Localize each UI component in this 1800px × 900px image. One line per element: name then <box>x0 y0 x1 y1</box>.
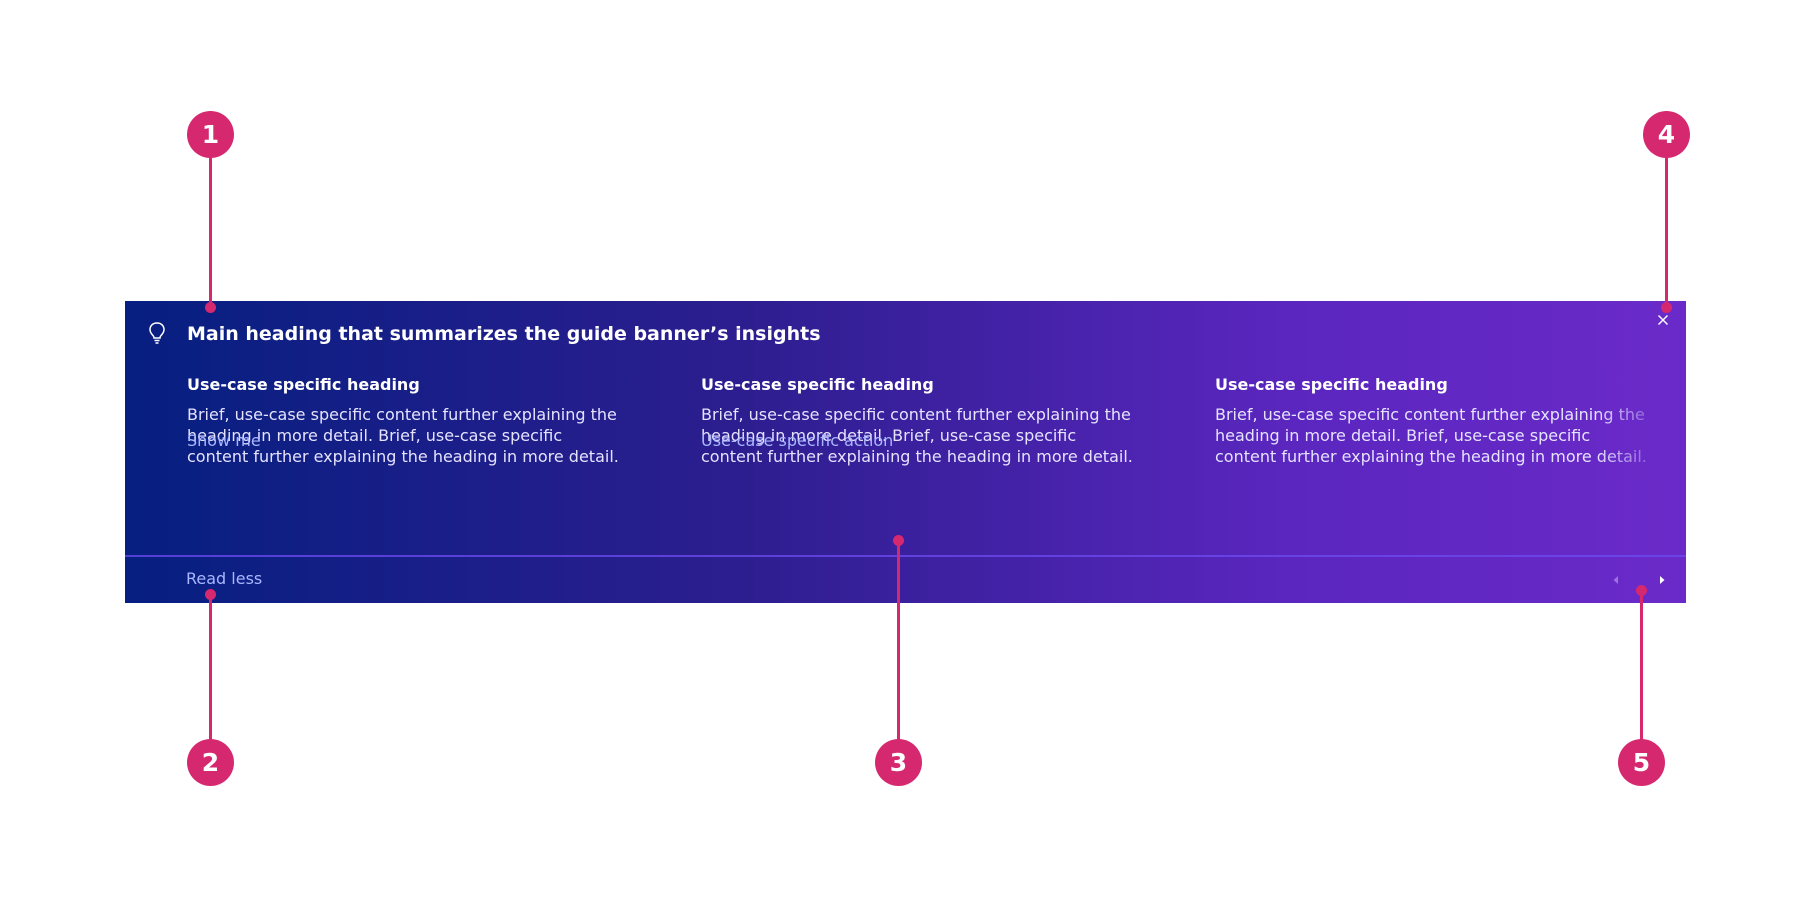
read-less-link[interactable]: Read less <box>186 569 262 589</box>
callout-4-line <box>1665 158 1668 308</box>
caret-right-icon <box>1660 576 1665 584</box>
insight-card-2: Use-case specific heading Brief, use-cas… <box>701 374 1141 467</box>
callout-5-anchor <box>1636 585 1647 596</box>
overflow-fade <box>1596 361 1686 481</box>
show-me-link[interactable]: Show me <box>187 431 261 451</box>
callout-4-badge: 4 <box>1643 111 1690 158</box>
card-heading: Use-case specific heading <box>1215 375 1448 394</box>
footer-divider <box>125 555 1686 557</box>
callout-3-badge: 3 <box>875 739 922 786</box>
previous-button[interactable] <box>1608 573 1624 587</box>
insight-card-3: Use-case specific heading Brief, use-cas… <box>1215 374 1655 467</box>
use-case-action-link[interactable]: Use-case specific action <box>701 431 893 451</box>
card-body: Brief, use-case specific content further… <box>1215 405 1647 466</box>
insight-card-1: Use-case specific heading Brief, use-cas… <box>187 374 627 467</box>
card-heading: Use-case specific heading <box>187 375 420 394</box>
banner-heading: Main heading that summarizes the guide b… <box>187 323 821 345</box>
guide-banner: Main heading that summarizes the guide b… <box>125 301 1686 603</box>
card-heading: Use-case specific heading <box>701 375 934 394</box>
callout-2-line <box>209 594 212 744</box>
callout-1-anchor <box>205 302 216 313</box>
caret-left-icon <box>1613 576 1618 584</box>
close-icon <box>1658 315 1668 325</box>
callout-1-badge: 1 <box>187 111 234 158</box>
callout-2-anchor <box>205 589 216 600</box>
callout-1-line <box>209 158 212 308</box>
callout-5-badge: 5 <box>1618 739 1665 786</box>
callout-3-line <box>897 540 900 744</box>
callout-5-line <box>1640 590 1643 744</box>
callout-2-badge: 2 <box>187 739 234 786</box>
callout-4-anchor <box>1661 302 1672 313</box>
callout-3-anchor <box>893 535 904 546</box>
next-button[interactable] <box>1654 573 1670 587</box>
lightbulb-icon <box>147 321 167 345</box>
